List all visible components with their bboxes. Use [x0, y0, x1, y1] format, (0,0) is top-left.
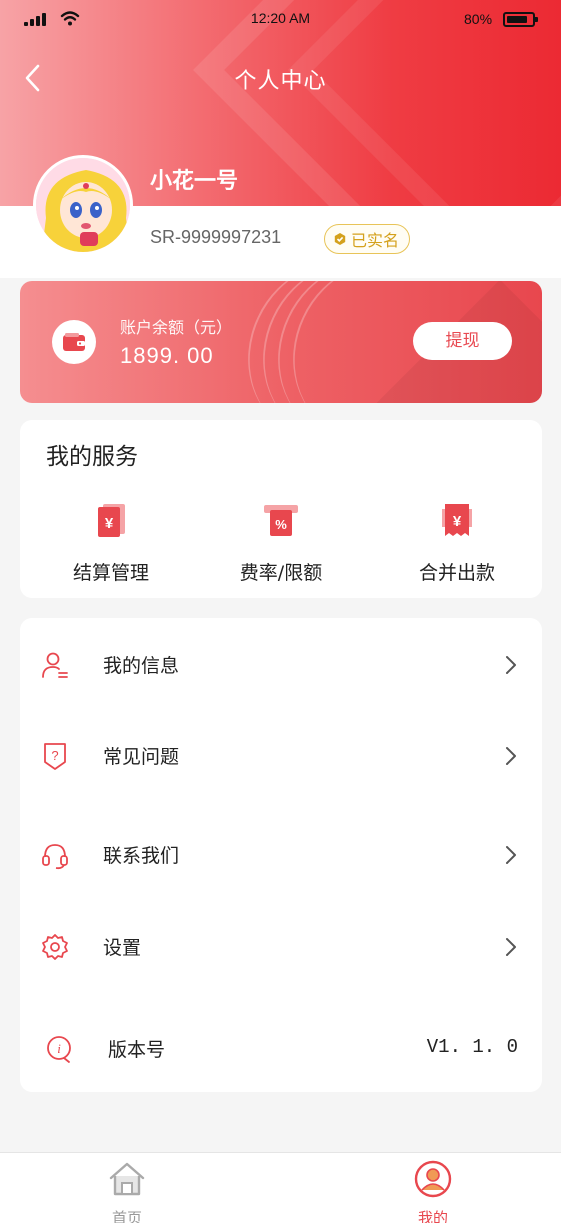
services-title: 我的服务: [46, 444, 138, 470]
headset-icon: [42, 844, 68, 870]
svg-text:?: ?: [51, 748, 58, 763]
menu-item-contact[interactable]: 联系我们: [20, 824, 542, 884]
menu-label: 常见问题: [103, 746, 180, 768]
service-merge-payout[interactable]: ¥ 合并出款: [387, 500, 527, 585]
chevron-right-icon: [506, 846, 516, 864]
percent-icon: %: [264, 505, 298, 536]
chevron-right-icon: [506, 656, 516, 674]
menu-item-faq[interactable]: ? 常见问题: [20, 725, 542, 785]
question-shield-icon: ?: [44, 743, 66, 770]
wallet-icon: [63, 333, 85, 351]
user-id: SR-9999997231: [150, 227, 282, 247]
svg-text:%: %: [275, 517, 287, 532]
service-label: 结算管理: [72, 562, 149, 584]
gear-icon: [42, 934, 68, 960]
user-circle-icon: [414, 1160, 452, 1198]
menu-item-settings[interactable]: 设置: [20, 916, 542, 976]
menu-label: 版本号: [108, 1039, 166, 1061]
home-icon: [109, 1162, 145, 1196]
balance-label: 账户余额（元）: [120, 318, 233, 337]
svg-text:¥: ¥: [105, 515, 114, 532]
service-rate-limit[interactable]: % 费率/限额: [211, 500, 351, 585]
menu-label: 设置: [103, 937, 142, 959]
avatar[interactable]: [33, 155, 133, 255]
svg-text:¥: ¥: [453, 513, 462, 530]
version-value: V1. 1. 0: [426, 1036, 518, 1058]
menu-item-my-info[interactable]: 我的信息: [20, 634, 542, 694]
services-card: 我的服务 ¥ 结算管理 % 费率/限额 ¥ 合并出款: [20, 420, 542, 598]
yuan-receipt-icon: ¥: [442, 504, 472, 536]
service-label: 合并出款: [418, 562, 495, 584]
menu-label: 我的信息: [103, 655, 180, 677]
bottom-nav: 首页 我的: [0, 1152, 561, 1223]
user-info-icon: [42, 652, 68, 678]
verified-icon: [334, 233, 346, 245]
tab-label: 我的: [417, 1209, 448, 1223]
status-bar: 12:20 AM 80%: [0, 0, 561, 40]
service-label: 费率/限额: [239, 562, 323, 584]
withdraw-button[interactable]: 提现: [413, 322, 512, 360]
menu-card: 我的信息 ? 常见问题 联系我们 设置 i 版本号 V1. 1. 0: [20, 618, 542, 1092]
chevron-right-icon: [506, 938, 516, 956]
tab-home[interactable]: 首页: [87, 1159, 167, 1223]
username: 小花一号: [150, 169, 239, 194]
info-icon: i: [47, 1036, 71, 1063]
svg-text:i: i: [57, 1041, 61, 1056]
menu-label: 联系我们: [103, 845, 180, 867]
service-settlement[interactable]: ¥ 结算管理: [41, 500, 181, 585]
battery-percent: 80%: [464, 11, 493, 27]
balance-card: 账户余额（元） 1899. 00 提现: [20, 281, 542, 403]
wallet-icon-wrap: [52, 320, 96, 364]
chevron-right-icon: [506, 747, 516, 765]
verified-label: 已实名: [351, 231, 400, 250]
tab-mine[interactable]: 我的: [393, 1159, 473, 1223]
battery-icon: [503, 12, 538, 27]
verified-badge: 已实名: [324, 224, 411, 254]
tab-label: 首页: [111, 1209, 142, 1223]
yuan-doc-icon: ¥: [98, 504, 125, 537]
page-title: 个人中心: [234, 69, 327, 94]
balance-value: 1899. 00: [120, 343, 214, 368]
menu-item-version: i 版本号 V1. 1. 0: [20, 1018, 542, 1078]
